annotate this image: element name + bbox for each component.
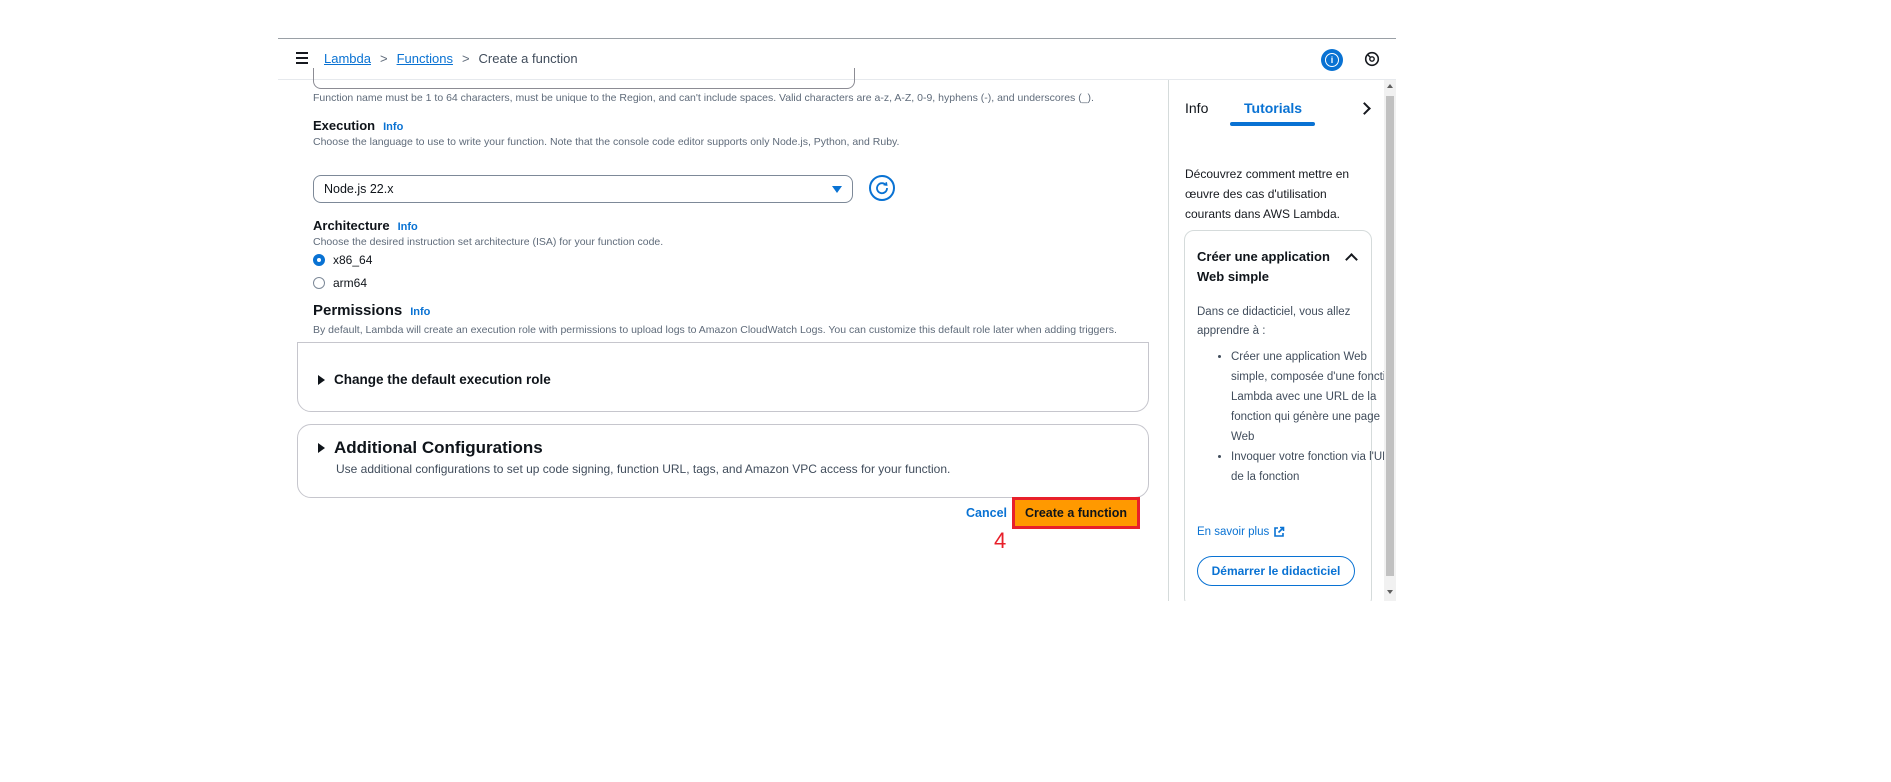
permissions-title: Permissions xyxy=(313,302,403,319)
permissions-hint: By default, Lambda will create an execut… xyxy=(313,324,1117,336)
chevron-up-icon[interactable] xyxy=(1345,253,1358,266)
runtime-select[interactable]: Node.js 22.x xyxy=(313,175,853,203)
tutorials-intro: Découvrez comment mettre en œuvre des ca… xyxy=(1185,167,1350,221)
architecture-label-text: Architecture xyxy=(313,218,390,233)
tutorial-desc: Dans ce didacticiel, vous allez apprendr… xyxy=(1197,306,1351,337)
scroll-down-arrow-icon[interactable] xyxy=(1387,590,1393,594)
execution-info-link[interactable]: Info xyxy=(383,121,403,133)
function-name-hint: Function name must be 1 to 64 characters… xyxy=(313,92,1094,104)
change-execution-role-label: Change the default execution role xyxy=(334,372,551,387)
additional-configurations-desc: Use additional configurations to set up … xyxy=(336,462,951,476)
execution-hint: Choose the language to use to write your… xyxy=(313,136,900,148)
radio-arm64-label: arm64 xyxy=(333,276,368,290)
tab-info[interactable]: Info xyxy=(1185,100,1208,116)
learn-more-link[interactable]: En savoir plus xyxy=(1197,526,1285,538)
external-link-icon xyxy=(1274,526,1285,537)
architecture-hint: Choose the desired instruction set archi… xyxy=(313,236,664,248)
breadcrumb-current: Create a function xyxy=(478,51,578,66)
scrollbar-thumb[interactable] xyxy=(1386,96,1394,576)
radio-x86-label: x86_64 xyxy=(333,253,373,267)
main-content: Function name must be 1 to 64 characters… xyxy=(278,68,1168,601)
function-name-input[interactable] xyxy=(313,68,855,89)
permissions-label: Permissions Info xyxy=(313,302,430,319)
list-item: Créer une application Web simple, compos… xyxy=(1231,347,1396,447)
breadcrumb-functions[interactable]: Functions xyxy=(397,51,453,66)
execution-label: Execution Info xyxy=(313,118,403,133)
create-function-button[interactable]: Create a function xyxy=(1012,497,1140,529)
permissions-info-link[interactable]: Info xyxy=(410,306,430,318)
settings-icon[interactable] xyxy=(1364,51,1380,67)
start-tutorial-button[interactable]: Démarrer le didacticiel xyxy=(1197,556,1355,586)
cancel-button[interactable]: Cancel xyxy=(966,506,1007,520)
runtime-select-value: Node.js 22.x xyxy=(324,182,394,196)
scroll-up-arrow-icon[interactable] xyxy=(1387,84,1393,88)
tutorial-title: Créer une application Web simple xyxy=(1197,249,1330,284)
caret-down-icon xyxy=(832,186,842,193)
tutorial-card: Créer une application Web simple Dans ce… xyxy=(1184,230,1396,601)
architecture-label: Architecture Info xyxy=(313,218,418,233)
breadcrumb-lambda[interactable]: Lambda xyxy=(324,51,371,66)
browser-frame: Lambda > Functions > Create a function i… xyxy=(278,38,1396,601)
refresh-button[interactable] xyxy=(869,175,895,201)
refresh-icon xyxy=(876,182,888,195)
chevron-right-icon: > xyxy=(461,51,470,66)
architecture-info-link[interactable]: Info xyxy=(398,221,418,233)
step-marker: 4 xyxy=(994,528,1007,553)
additional-configurations-title: Additional Configurations xyxy=(334,438,543,457)
tutorial-bullets: Créer une application Web simple, compos… xyxy=(1197,347,1396,487)
radio-x86[interactable]: x86_64 xyxy=(313,253,372,267)
info-panel-icon[interactable]: i xyxy=(1321,49,1343,71)
breadcrumb: Lambda > Functions > Create a function xyxy=(324,51,578,66)
execution-label-text: Execution xyxy=(313,118,376,133)
caret-right-icon xyxy=(318,443,325,453)
additional-configurations-toggle[interactable]: Additional Configurations xyxy=(318,438,543,458)
menu-icon[interactable] xyxy=(296,52,308,64)
active-tab-indicator xyxy=(1230,122,1315,126)
scrollbar[interactable] xyxy=(1384,80,1396,601)
radio-selected-icon xyxy=(313,254,325,266)
radio-arm64[interactable]: arm64 xyxy=(313,276,367,290)
list-item: Invoquer votre fonction via l'URL de la … xyxy=(1231,447,1396,487)
learn-more-label: En savoir plus xyxy=(1197,526,1270,538)
change-execution-role-toggle[interactable]: Change the default execution role xyxy=(318,372,551,387)
tab-tutorials[interactable]: Tutorials xyxy=(1244,100,1302,116)
help-panel: Info Tutorials Découvrez comment mettre … xyxy=(1168,80,1396,601)
radio-unselected-icon xyxy=(313,277,325,289)
caret-right-icon xyxy=(318,374,325,385)
chevron-right-icon[interactable] xyxy=(1358,102,1371,115)
chevron-right-icon: > xyxy=(379,51,388,66)
additional-configurations-card xyxy=(297,424,1149,498)
